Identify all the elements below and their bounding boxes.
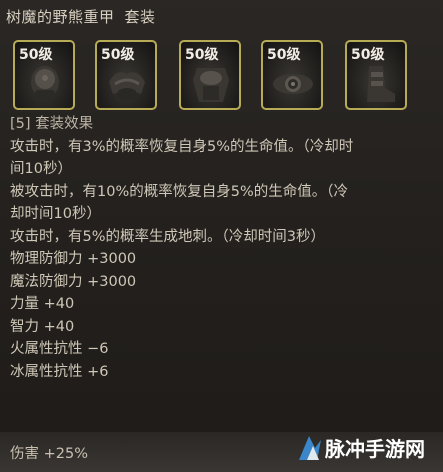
damage-stat: 伤害 +25% [10,446,88,462]
set-effect-line: 攻击时，有5%的概率生成地刺。（冷却时间3秒） [10,228,325,245]
stat-line: 物理防御力 +3000 [10,251,137,267]
set-item-slot-4[interactable]: 50级 [261,40,323,110]
chest-armor-icon [193,68,229,102]
set-effect-header: [5] 套装效果 [10,116,94,132]
stat-line: 火属性抗性 −6 [10,341,109,357]
set-item-slots: 50级 50级 50级 50级 50级 [13,40,433,112]
set-effect-line: 却时间10秒） [10,206,101,222]
stat-line: 魔法防御力 +3000 [10,273,137,290]
stat-line: 智力 +40 [10,318,75,335]
site-watermark-logo: 脉冲手游网 [299,436,425,461]
boots-icon [367,66,395,102]
stat-line: 冰属性抗性 +6 [10,363,109,380]
set-name: 树魔的野熊重甲 [6,8,115,26]
shoulder-armor-icon [109,72,145,100]
set-item-slot-3[interactable]: 50级 [179,40,241,110]
set-tag: 套装 [124,8,156,26]
stat-line: 力量 +40 [10,296,75,312]
tooltip-title: 树魔的野熊重甲 套装 [6,6,156,27]
set-item-slot-1[interactable]: 50级 [13,40,75,110]
set-effect-line: 攻击时，有3%的概率恢复自身5%的生命值。（冷却时 [10,138,354,155]
set-effect-line: 被攻击时，有10%的概率恢复自身5%的生命值。（冷 [10,183,348,200]
set-effects: [5] 套装效果 攻击时，有3%的概率恢复自身5%的生命值。（冷却时 间10秒）… [10,113,438,383]
set-item-slot-5[interactable]: 50级 [345,40,407,110]
item-tooltip: 树魔的野熊重甲 套装 50级 50级 50级 50级 50级 [5] 套装效果 … [0,0,443,472]
set-effect-line: 间10秒） [10,161,72,177]
helmet-icon [31,66,59,100]
set-item-slot-2[interactable]: 50级 [95,40,157,110]
watermark-text: 脉冲手游网 [324,437,425,461]
belt-icon [273,74,313,94]
